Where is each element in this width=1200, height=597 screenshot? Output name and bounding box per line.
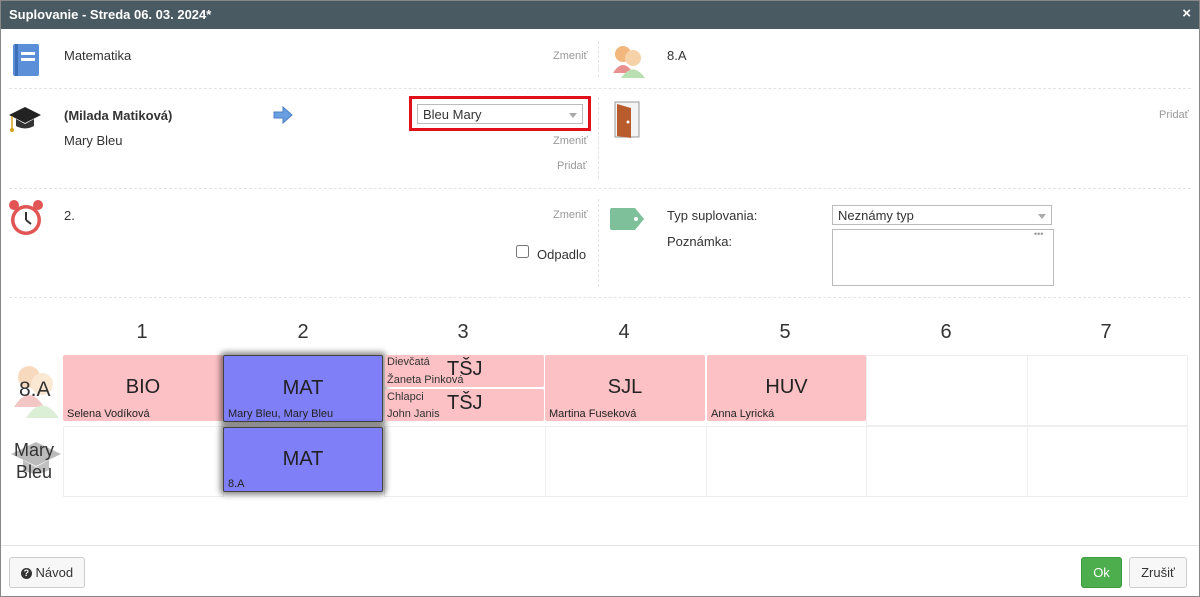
lesson-teacher: Žaneta Pinková	[387, 374, 464, 386]
divider	[9, 88, 1191, 89]
lesson-subject: BIO	[125, 376, 161, 398]
lesson-subject: MAT	[282, 377, 324, 399]
lesson-teacher: Mary Bleu, Mary Bleu	[228, 408, 334, 420]
note-label: Poznámka:	[667, 234, 733, 249]
alarm-clock-icon	[9, 200, 43, 235]
column-header: 2	[297, 321, 309, 343]
grid-cell[interactable]	[1027, 426, 1188, 497]
column-header: 5	[779, 321, 791, 343]
change-subject-link[interactable]: Zmeniť	[553, 50, 588, 62]
footer-divider	[1, 545, 1199, 546]
lesson-teacher: Martina Fuseková	[549, 408, 637, 420]
lesson-class: 8.A	[228, 478, 245, 490]
lesson-card[interactable]: HUV Anna Lyrická	[707, 355, 866, 421]
lesson-card[interactable]: BIO Selena Vodíková	[63, 355, 223, 421]
divider	[9, 297, 1191, 298]
subject-name: Matematika	[64, 48, 132, 63]
type-select-value: Neznámy typ	[838, 208, 914, 223]
row-label-teacher: Mary Bleu	[14, 440, 54, 482]
title-bar: Suplovanie - Streda 06. 03. 2024* ×	[1, 1, 1199, 29]
lesson-card-selected[interactable]: MAT 8.A	[223, 427, 383, 492]
lesson-teacher: John Janis	[387, 408, 440, 420]
close-icon[interactable]: ×	[1182, 5, 1191, 22]
note-textarea[interactable]	[832, 229, 1054, 286]
cancelled-label: Odpadlo	[537, 247, 587, 262]
lesson-card-selected[interactable]: MAT Mary Bleu, Mary Bleu	[223, 355, 383, 422]
grid-cell[interactable]	[63, 426, 224, 497]
class-name: 8.A	[667, 48, 687, 63]
question-icon: ?	[20, 568, 32, 580]
book-icon	[13, 44, 39, 76]
divider	[9, 188, 1191, 189]
arrow-right-icon	[273, 106, 293, 124]
lesson-card-split[interactable]: Dievčatá TŠJ Žaneta Pinková	[385, 355, 544, 387]
grid-cell[interactable]	[706, 426, 868, 497]
column-header: 4	[618, 321, 630, 343]
column-header: 6	[940, 321, 952, 343]
lesson-card-split[interactable]: Chlapci TŠJ John Janis	[385, 389, 544, 421]
graduation-cap-icon	[9, 107, 41, 132]
change-period-link[interactable]: Zmeniť	[553, 209, 588, 221]
cancel-button[interactable]: Zrušiť	[1129, 557, 1187, 588]
grid-cell[interactable]	[384, 426, 546, 497]
lesson-card[interactable]: SJL Martina Fuseková	[545, 355, 705, 421]
lesson-group: Chlapci	[387, 391, 424, 403]
divider	[598, 199, 599, 287]
dialog-title: Suplovanie - Streda 06. 03. 2024*	[9, 7, 212, 22]
substitution-dialog: Suplovanie - Streda 06. 03. 2024* × Mate…	[0, 0, 1200, 597]
cancelled-checkbox[interactable]	[516, 245, 529, 258]
lesson-subject: TŠJ	[447, 392, 483, 414]
lesson-teacher: Selena Vodíková	[67, 408, 150, 420]
tag-icon	[610, 208, 644, 230]
period-value: 2.	[64, 208, 75, 223]
grid-cell[interactable]	[866, 355, 1028, 426]
current-teacher: Mary Bleu	[64, 133, 123, 148]
lesson-subject: MAT	[282, 448, 324, 470]
lesson-teacher: Anna Lyrická	[711, 408, 775, 420]
ok-button[interactable]: Ok	[1081, 557, 1122, 588]
lesson-subject: SJL	[607, 376, 643, 398]
lesson-group: Dievčatá	[387, 356, 430, 368]
original-teacher: (Milada Matiková)	[64, 108, 173, 123]
change-teacher-link[interactable]: Zmeniť	[553, 135, 588, 147]
door-icon	[614, 101, 640, 138]
more-icon: •••	[1034, 229, 1044, 239]
type-label: Typ suplovania:	[667, 208, 758, 223]
column-header: 3	[457, 321, 469, 343]
row-label-class: 8.A	[19, 378, 51, 401]
add-teacher-link[interactable]: Pridať	[557, 160, 587, 172]
students-icon	[613, 46, 645, 78]
help-button-label: Návod	[35, 565, 74, 580]
grid-cell[interactable]	[866, 426, 1028, 497]
type-select[interactable]: Neznámy typ	[832, 205, 1052, 225]
add-room-link[interactable]: Pridať	[1159, 109, 1189, 121]
help-button[interactable]: ? Návod	[9, 557, 85, 588]
divider	[598, 41, 599, 77]
grid-cell[interactable]	[1027, 355, 1188, 426]
lesson-subject: HUV	[765, 376, 808, 398]
chevron-down-icon	[1038, 214, 1046, 219]
column-header: 7	[1100, 321, 1112, 343]
grid-cell[interactable]	[545, 426, 707, 497]
divider	[598, 97, 599, 179]
column-header: 1	[136, 321, 148, 343]
highlight-box	[409, 96, 591, 131]
